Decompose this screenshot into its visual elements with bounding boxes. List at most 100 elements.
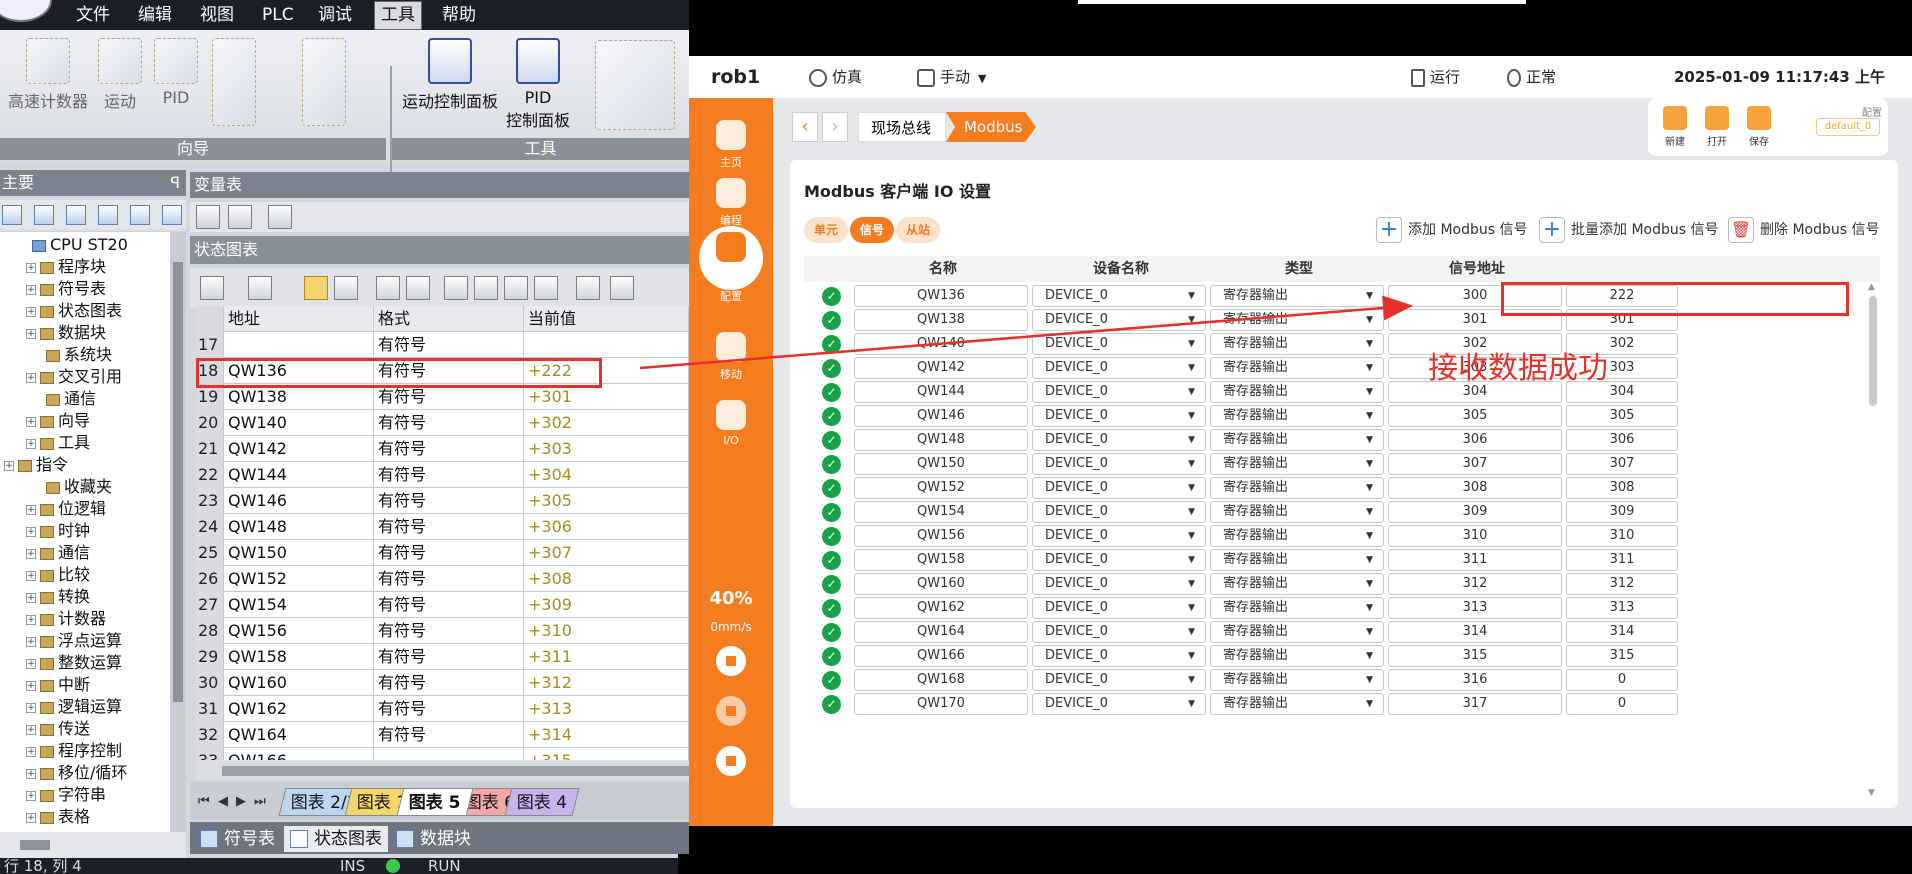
add-signal-button[interactable]: + 添加 Modbus 信号 <box>1376 216 1528 244</box>
address-field[interactable]: 315 <box>1388 645 1562 667</box>
step-button[interactable] <box>716 696 746 726</box>
forward-button[interactable]: › <box>822 112 848 142</box>
tree-item[interactable]: + 程序控制 <box>26 740 122 762</box>
table-row[interactable]: 30 QW160 有符号 +312 <box>196 670 689 696</box>
device-select[interactable]: DEVICE_0 ▼ <box>1032 549 1206 571</box>
menu-debug[interactable]: 调试 <box>312 4 358 28</box>
expand-icon[interactable]: + <box>26 306 36 317</box>
signal-row[interactable]: ✓ QW160 DEVICE_0 ▼ 寄存器输出 ▼ 312 312 <box>804 572 1864 596</box>
address-cell[interactable]: QW164 <box>224 722 374 748</box>
add-icon[interactable] <box>200 276 224 300</box>
signal-row[interactable]: ✓ QW166 DEVICE_0 ▼ 寄存器输出 ▼ 315 315 <box>804 644 1864 668</box>
tree-tool-icon[interactable] <box>66 205 86 225</box>
address-field[interactable]: 308 <box>1388 477 1562 499</box>
signal-row[interactable]: ✓ QW144 DEVICE_0 ▼ 寄存器输出 ▼ 304 304 <box>804 380 1864 404</box>
expand-icon[interactable]: + <box>26 790 36 801</box>
device-select[interactable]: DEVICE_0 ▼ <box>1032 645 1206 667</box>
tree-item[interactable]: 通信 <box>46 388 96 410</box>
expand-icon[interactable]: + <box>26 724 36 735</box>
table-row[interactable]: 22 QW144 有符号 +304 <box>196 462 689 488</box>
table-row[interactable]: 29 QW158 有符号 +311 <box>196 644 689 670</box>
expand-icon[interactable]: + <box>26 702 36 713</box>
table-row[interactable]: 17 有符号 <box>196 332 689 358</box>
type-select[interactable]: 寄存器输出 ▼ <box>1210 357 1384 379</box>
device-select[interactable]: DEVICE_0 ▼ <box>1032 405 1206 427</box>
signal-name-field[interactable]: QW154 <box>854 501 1028 523</box>
tree-item[interactable]: + 向导 <box>26 410 90 432</box>
signal-name-field[interactable]: QW140 <box>854 333 1028 355</box>
scroll-down-icon[interactable]: ▼ <box>1868 788 1875 798</box>
scroll-up-icon[interactable]: ▲ <box>1868 282 1875 292</box>
expand-icon[interactable]: + <box>26 372 36 383</box>
address-field[interactable]: 317 <box>1388 693 1562 715</box>
expand-icon[interactable]: + <box>26 658 36 669</box>
value-field[interactable]: 314 <box>1566 621 1678 643</box>
signal-row[interactable]: ✓ QW158 DEVICE_0 ▼ 寄存器输出 ▼ 311 311 <box>804 548 1864 572</box>
table-row[interactable]: 23 QW146 有符号 +305 <box>196 488 689 514</box>
value-field[interactable]: 308 <box>1566 477 1678 499</box>
ribbon-tool-extra-button[interactable] <box>590 40 680 134</box>
format-cell[interactable]: 有符号 <box>374 488 524 514</box>
tree-item[interactable]: + 时钟 <box>26 520 90 542</box>
device-select[interactable]: DEVICE_0 ▼ <box>1032 621 1206 643</box>
format-cell[interactable]: 有符号 <box>374 722 524 748</box>
ribbon-wizard-more-button[interactable] <box>206 38 262 130</box>
tree-item[interactable]: + 通信 <box>26 542 90 564</box>
grid-hscrollbar[interactable] <box>196 760 689 780</box>
expand-icon[interactable]: + <box>26 570 36 581</box>
menu-file[interactable]: 文件 <box>70 4 116 28</box>
type-select[interactable]: 寄存器输出 ▼ <box>1210 381 1384 403</box>
nav-home[interactable]: 主页 <box>689 120 773 170</box>
expand-icon[interactable]: + <box>26 812 36 823</box>
ribbon-motion-button[interactable]: 运动 <box>96 38 144 112</box>
expand-icon[interactable]: + <box>26 416 36 427</box>
format-cell[interactable]: 有符号 <box>374 514 524 540</box>
type-select[interactable]: 寄存器输出 ▼ <box>1210 429 1384 451</box>
new-button[interactable]: 新建 <box>1658 106 1692 148</box>
tree-item[interactable]: + 位逻辑 <box>26 498 106 520</box>
import-icon[interactable] <box>268 205 292 229</box>
expand-icon[interactable]: + <box>26 438 36 449</box>
type-select[interactable]: 寄存器输出 ▼ <box>1210 501 1384 523</box>
value-field[interactable]: 306 <box>1566 429 1678 451</box>
signal-row[interactable]: ✓ QW140 DEVICE_0 ▼ 寄存器输出 ▼ 302 302 <box>804 332 1864 356</box>
ribbon-motion-panel-button[interactable]: 运动控制面板 <box>396 38 504 112</box>
address-cell[interactable]: QW144 <box>224 462 374 488</box>
signal-name-field[interactable]: QW158 <box>854 549 1028 571</box>
tree-item[interactable]: + 状态图表 <box>26 300 122 322</box>
ribbon-tool-more-button[interactable] <box>298 38 350 130</box>
signal-name-field[interactable]: QW170 <box>854 693 1028 715</box>
grid-hscroll-thumb[interactable] <box>222 766 689 776</box>
expand-icon[interactable]: + <box>26 746 36 757</box>
format-cell[interactable]: 有符号 <box>374 592 524 618</box>
signal-row[interactable]: ✓ QW162 DEVICE_0 ▼ 寄存器输出 ▼ 313 313 <box>804 596 1864 620</box>
format-cell[interactable]: 有符号 <box>374 410 524 436</box>
type-select[interactable]: 寄存器输出 ▼ <box>1210 549 1384 571</box>
pill-slave[interactable]: 从站 <box>896 217 941 243</box>
crumb-fieldbus[interactable]: 现场总线 <box>858 112 946 142</box>
tab-symbol-table[interactable]: 符号表 <box>194 826 281 852</box>
tree-hscroll-thumb[interactable] <box>20 840 50 850</box>
expand-icon[interactable]: + <box>26 592 36 603</box>
tree-tool-icon[interactable] <box>98 205 118 225</box>
expand-icon[interactable]: + <box>26 526 36 537</box>
tree-scroll-thumb[interactable] <box>173 262 183 702</box>
manual-mode-dropdown[interactable]: 手动 ▼ <box>917 56 986 98</box>
address-field[interactable]: 309 <box>1388 501 1562 523</box>
type-select[interactable]: 寄存器输出 ▼ <box>1210 453 1384 475</box>
device-select[interactable]: DEVICE_0 ▼ <box>1032 477 1206 499</box>
tree-item[interactable]: + 计数器 <box>26 608 106 630</box>
device-select[interactable]: DEVICE_0 ▼ <box>1032 453 1206 475</box>
expand-icon[interactable]: + <box>26 680 36 691</box>
address-field[interactable]: 311 <box>1388 549 1562 571</box>
signal-name-field[interactable]: QW162 <box>854 597 1028 619</box>
address-field[interactable]: 307 <box>1388 453 1562 475</box>
lock-icon[interactable] <box>444 276 468 300</box>
signal-name-field[interactable]: QW138 <box>854 309 1028 331</box>
value-field[interactable]: 307 <box>1566 453 1678 475</box>
ribbon-pid-button[interactable]: PID <box>152 38 200 107</box>
tree-item[interactable]: + 传送 <box>26 718 90 740</box>
expand-icon[interactable]: + <box>26 636 36 647</box>
signal-row[interactable]: ✓ QW142 DEVICE_0 ▼ 寄存器输出 ▼ 303 303 <box>804 356 1864 380</box>
next-sheet-icon[interactable]: ▶ <box>236 794 246 809</box>
